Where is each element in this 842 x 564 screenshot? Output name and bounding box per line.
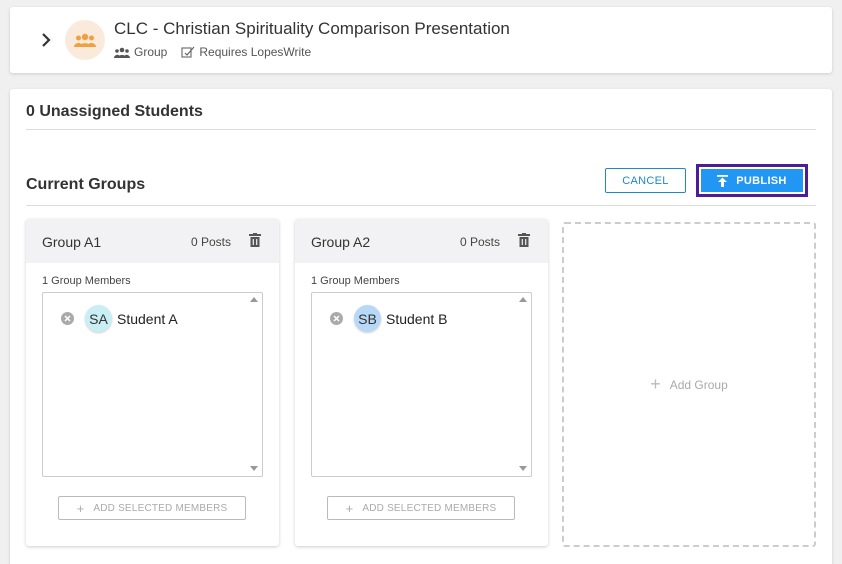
avatar: SA [85, 305, 112, 332]
plus-icon: + [76, 500, 85, 516]
plus-icon: + [650, 374, 661, 394]
list-item: SB Student B [330, 305, 448, 332]
cancel-button[interactable]: CANCEL [605, 168, 686, 193]
lopeswrite-icon [181, 46, 195, 58]
add-selected-label: ADD SELECTED MEMBERS [93, 502, 228, 514]
current-groups-heading: Current Groups [26, 176, 146, 193]
scroll-up-icon[interactable] [519, 297, 527, 302]
add-group-label: Add Group [669, 377, 728, 392]
group-card-header: Group A1 0 Posts [26, 219, 279, 263]
unassigned-students-heading: 0 Unassigned Students [26, 103, 203, 120]
upload-icon [717, 174, 729, 187]
group-posts-count: 0 Posts [190, 235, 231, 249]
trash-icon[interactable] [518, 233, 530, 252]
group-name: Group A2 [311, 234, 371, 250]
trash-icon[interactable] [249, 233, 261, 252]
group-icon [114, 47, 130, 58]
group-members-list[interactable]: SA Student A [42, 292, 263, 477]
student-name: Student B [386, 310, 448, 327]
add-selected-members-button[interactable]: + ADD SELECTED MEMBERS [58, 496, 246, 520]
publish-label: PUBLISH [736, 174, 787, 187]
lopeswrite-label: Requires LopesWrite [199, 45, 312, 59]
group-card-a2: Group A2 0 Posts 1 Group Members SB Stud… [295, 219, 548, 546]
assignment-meta: Group Requires LopesWrite [114, 45, 325, 59]
group-type-label: Group [134, 45, 168, 59]
group-members-count: 1 Group Members [42, 275, 131, 287]
assignment-title: CLC - Christian Spirituality Comparison … [114, 19, 510, 38]
remove-circle-icon[interactable] [330, 312, 343, 325]
add-selected-label: ADD SELECTED MEMBERS [362, 502, 497, 514]
group-card-a1: Group A1 0 Posts 1 Group Members SA Stud… [26, 219, 279, 546]
group-members-count: 1 Group Members [311, 275, 400, 287]
add-group-button[interactable]: + Add Group [562, 222, 816, 547]
group-avatar [65, 20, 105, 60]
assignment-header-card: CLC - Christian Spirituality Comparison … [10, 7, 832, 73]
divider [26, 129, 816, 130]
divider [26, 205, 816, 206]
group-icon [74, 33, 96, 47]
scroll-down-icon[interactable] [519, 466, 527, 471]
publish-button-focus-outline: PUBLISH [696, 164, 808, 197]
student-name: Student A [117, 310, 178, 327]
group-posts-count: 0 Posts [459, 235, 500, 249]
publish-button[interactable]: PUBLISH [701, 169, 803, 192]
scroll-up-icon[interactable] [250, 297, 258, 302]
scroll-down-icon[interactable] [250, 466, 258, 471]
avatar: SB [354, 305, 381, 332]
group-members-list[interactable]: SB Student B [311, 292, 532, 477]
group-name: Group A1 [42, 234, 102, 250]
group-management-panel: 0 Unassigned Students Current Groups CAN… [10, 89, 832, 564]
remove-circle-icon[interactable] [61, 312, 74, 325]
plus-icon: + [345, 500, 354, 516]
lopeswrite-tag: Requires LopesWrite [181, 45, 311, 59]
add-selected-members-button[interactable]: + ADD SELECTED MEMBERS [327, 496, 515, 520]
list-item: SA Student A [61, 305, 178, 332]
group-card-header: Group A2 0 Posts [295, 219, 548, 263]
group-type-tag: Group [114, 45, 167, 59]
chevron-right-icon[interactable] [38, 32, 54, 48]
